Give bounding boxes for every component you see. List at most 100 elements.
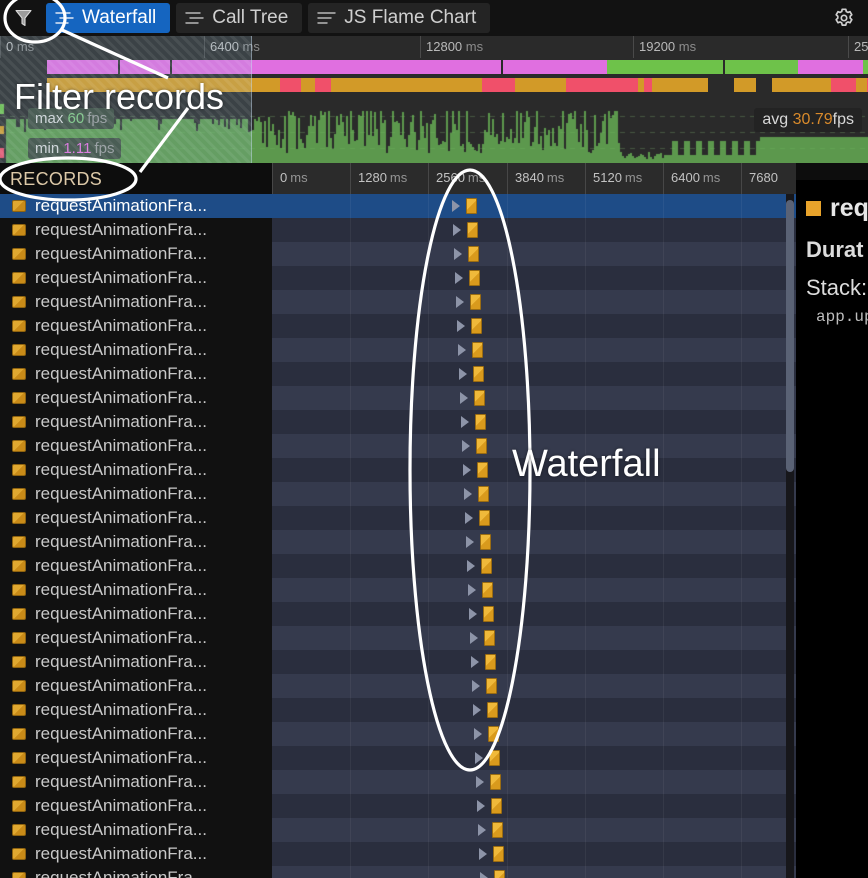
waterfall-bar[interactable]	[469, 270, 480, 286]
table-row[interactable]: requestAnimationFra...	[0, 866, 796, 878]
record-name-cell[interactable]: requestAnimationFra...	[0, 506, 272, 530]
waterfall-bar[interactable]	[479, 510, 490, 526]
record-name-cell[interactable]: requestAnimationFra...	[0, 818, 272, 842]
expand-arrow-icon[interactable]	[472, 680, 480, 692]
waterfall-bar[interactable]	[492, 822, 503, 838]
table-row[interactable]: requestAnimationFra...	[0, 410, 796, 434]
tab-js-flame-chart[interactable]: JS Flame Chart	[308, 3, 491, 33]
record-waterfall-track[interactable]	[272, 866, 796, 878]
expand-arrow-icon[interactable]	[477, 800, 485, 812]
record-waterfall-track[interactable]	[272, 842, 796, 866]
expand-arrow-icon[interactable]	[462, 440, 470, 452]
record-waterfall-track[interactable]	[272, 290, 796, 314]
expand-arrow-icon[interactable]	[455, 272, 463, 284]
table-row[interactable]: requestAnimationFra...	[0, 818, 796, 842]
waterfall-bar[interactable]	[484, 630, 495, 646]
record-waterfall-track[interactable]	[272, 458, 796, 482]
timeline-overview[interactable]: 0 ms6400 ms12800 ms19200 ms2560 max 60fp…	[0, 36, 868, 163]
record-name-cell[interactable]: requestAnimationFra...	[0, 386, 272, 410]
record-waterfall-track[interactable]	[272, 650, 796, 674]
expand-arrow-icon[interactable]	[469, 608, 477, 620]
table-row[interactable]: requestAnimationFra...	[0, 218, 796, 242]
record-waterfall-track[interactable]	[272, 434, 796, 458]
table-row[interactable]: requestAnimationFra...	[0, 194, 796, 218]
record-name-cell[interactable]: requestAnimationFra...	[0, 698, 272, 722]
record-name-cell[interactable]: requestAnimationFra...	[0, 482, 272, 506]
record-waterfall-track[interactable]	[272, 482, 796, 506]
table-row[interactable]: requestAnimationFra...	[0, 482, 796, 506]
record-name-cell[interactable]: requestAnimationFra...	[0, 266, 272, 290]
expand-arrow-icon[interactable]	[453, 224, 461, 236]
record-waterfall-track[interactable]	[272, 626, 796, 650]
record-waterfall-track[interactable]	[272, 194, 796, 218]
expand-arrow-icon[interactable]	[466, 536, 474, 548]
table-row[interactable]: requestAnimationFra...	[0, 578, 796, 602]
expand-arrow-icon[interactable]	[474, 728, 482, 740]
waterfall-bar[interactable]	[476, 438, 487, 454]
record-name-cell[interactable]: requestAnimationFra...	[0, 866, 272, 878]
waterfall-bar[interactable]	[494, 870, 505, 878]
expand-arrow-icon[interactable]	[457, 320, 465, 332]
table-row[interactable]: requestAnimationFra...	[0, 554, 796, 578]
expand-arrow-icon[interactable]	[471, 656, 479, 668]
waterfall-bar[interactable]	[471, 318, 482, 334]
record-name-cell[interactable]: requestAnimationFra...	[0, 458, 272, 482]
record-waterfall-track[interactable]	[272, 506, 796, 530]
record-name-cell[interactable]: requestAnimationFra...	[0, 410, 272, 434]
expand-arrow-icon[interactable]	[476, 776, 484, 788]
record-name-cell[interactable]: requestAnimationFra...	[0, 314, 272, 338]
expand-arrow-icon[interactable]	[479, 848, 487, 860]
record-waterfall-track[interactable]	[272, 386, 796, 410]
record-name-cell[interactable]: requestAnimationFra...	[0, 722, 272, 746]
expand-arrow-icon[interactable]	[461, 416, 469, 428]
record-waterfall-track[interactable]	[272, 746, 796, 770]
expand-arrow-icon[interactable]	[468, 584, 476, 596]
record-name-cell[interactable]: requestAnimationFra...	[0, 242, 272, 266]
table-row[interactable]: requestAnimationFra...	[0, 794, 796, 818]
expand-arrow-icon[interactable]	[463, 464, 471, 476]
record-name-cell[interactable]: requestAnimationFra...	[0, 434, 272, 458]
expand-arrow-icon[interactable]	[465, 512, 473, 524]
waterfall-bar[interactable]	[480, 534, 491, 550]
record-name-cell[interactable]: requestAnimationFra...	[0, 794, 272, 818]
table-row[interactable]: requestAnimationFra...	[0, 770, 796, 794]
record-name-cell[interactable]: requestAnimationFra...	[0, 194, 272, 218]
tab-call-tree[interactable]: Call Tree	[176, 3, 303, 33]
record-waterfall-track[interactable]	[272, 722, 796, 746]
expand-arrow-icon[interactable]	[458, 344, 466, 356]
waterfall-bar[interactable]	[493, 846, 504, 862]
record-waterfall-track[interactable]	[272, 578, 796, 602]
waterfall-bar[interactable]	[485, 654, 496, 670]
waterfall-bar[interactable]	[472, 342, 483, 358]
record-name-cell[interactable]: requestAnimationFra...	[0, 290, 272, 314]
record-waterfall-track[interactable]	[272, 242, 796, 266]
waterfall-bar[interactable]	[473, 366, 484, 382]
settings-button[interactable]	[820, 0, 868, 36]
waterfall-bar[interactable]	[487, 702, 498, 718]
table-row[interactable]: requestAnimationFra...	[0, 650, 796, 674]
record-name-cell[interactable]: requestAnimationFra...	[0, 338, 272, 362]
records-list[interactable]: requestAnimationFra... requestAnimationFr…	[0, 194, 796, 878]
waterfall-bar[interactable]	[466, 198, 477, 214]
record-name-cell[interactable]: requestAnimationFra...	[0, 674, 272, 698]
waterfall-bar[interactable]	[491, 798, 502, 814]
table-row[interactable]: requestAnimationFra...	[0, 506, 796, 530]
table-row[interactable]: requestAnimationFra...	[0, 338, 796, 362]
waterfall-bar[interactable]	[488, 726, 499, 742]
record-waterfall-track[interactable]	[272, 674, 796, 698]
record-waterfall-track[interactable]	[272, 338, 796, 362]
record-waterfall-track[interactable]	[272, 602, 796, 626]
expand-arrow-icon[interactable]	[459, 368, 467, 380]
table-row[interactable]: requestAnimationFra...	[0, 266, 796, 290]
table-row[interactable]: requestAnimationFra...	[0, 314, 796, 338]
record-name-cell[interactable]: requestAnimationFra...	[0, 602, 272, 626]
expand-arrow-icon[interactable]	[467, 560, 475, 572]
table-row[interactable]: requestAnimationFra...	[0, 602, 796, 626]
table-row[interactable]: requestAnimationFra...	[0, 842, 796, 866]
record-waterfall-track[interactable]	[272, 362, 796, 386]
tab-waterfall[interactable]: Waterfall	[46, 3, 171, 33]
record-waterfall-track[interactable]	[272, 698, 796, 722]
record-waterfall-track[interactable]	[272, 794, 796, 818]
table-row[interactable]: requestAnimationFra...	[0, 674, 796, 698]
record-name-cell[interactable]: requestAnimationFra...	[0, 554, 272, 578]
